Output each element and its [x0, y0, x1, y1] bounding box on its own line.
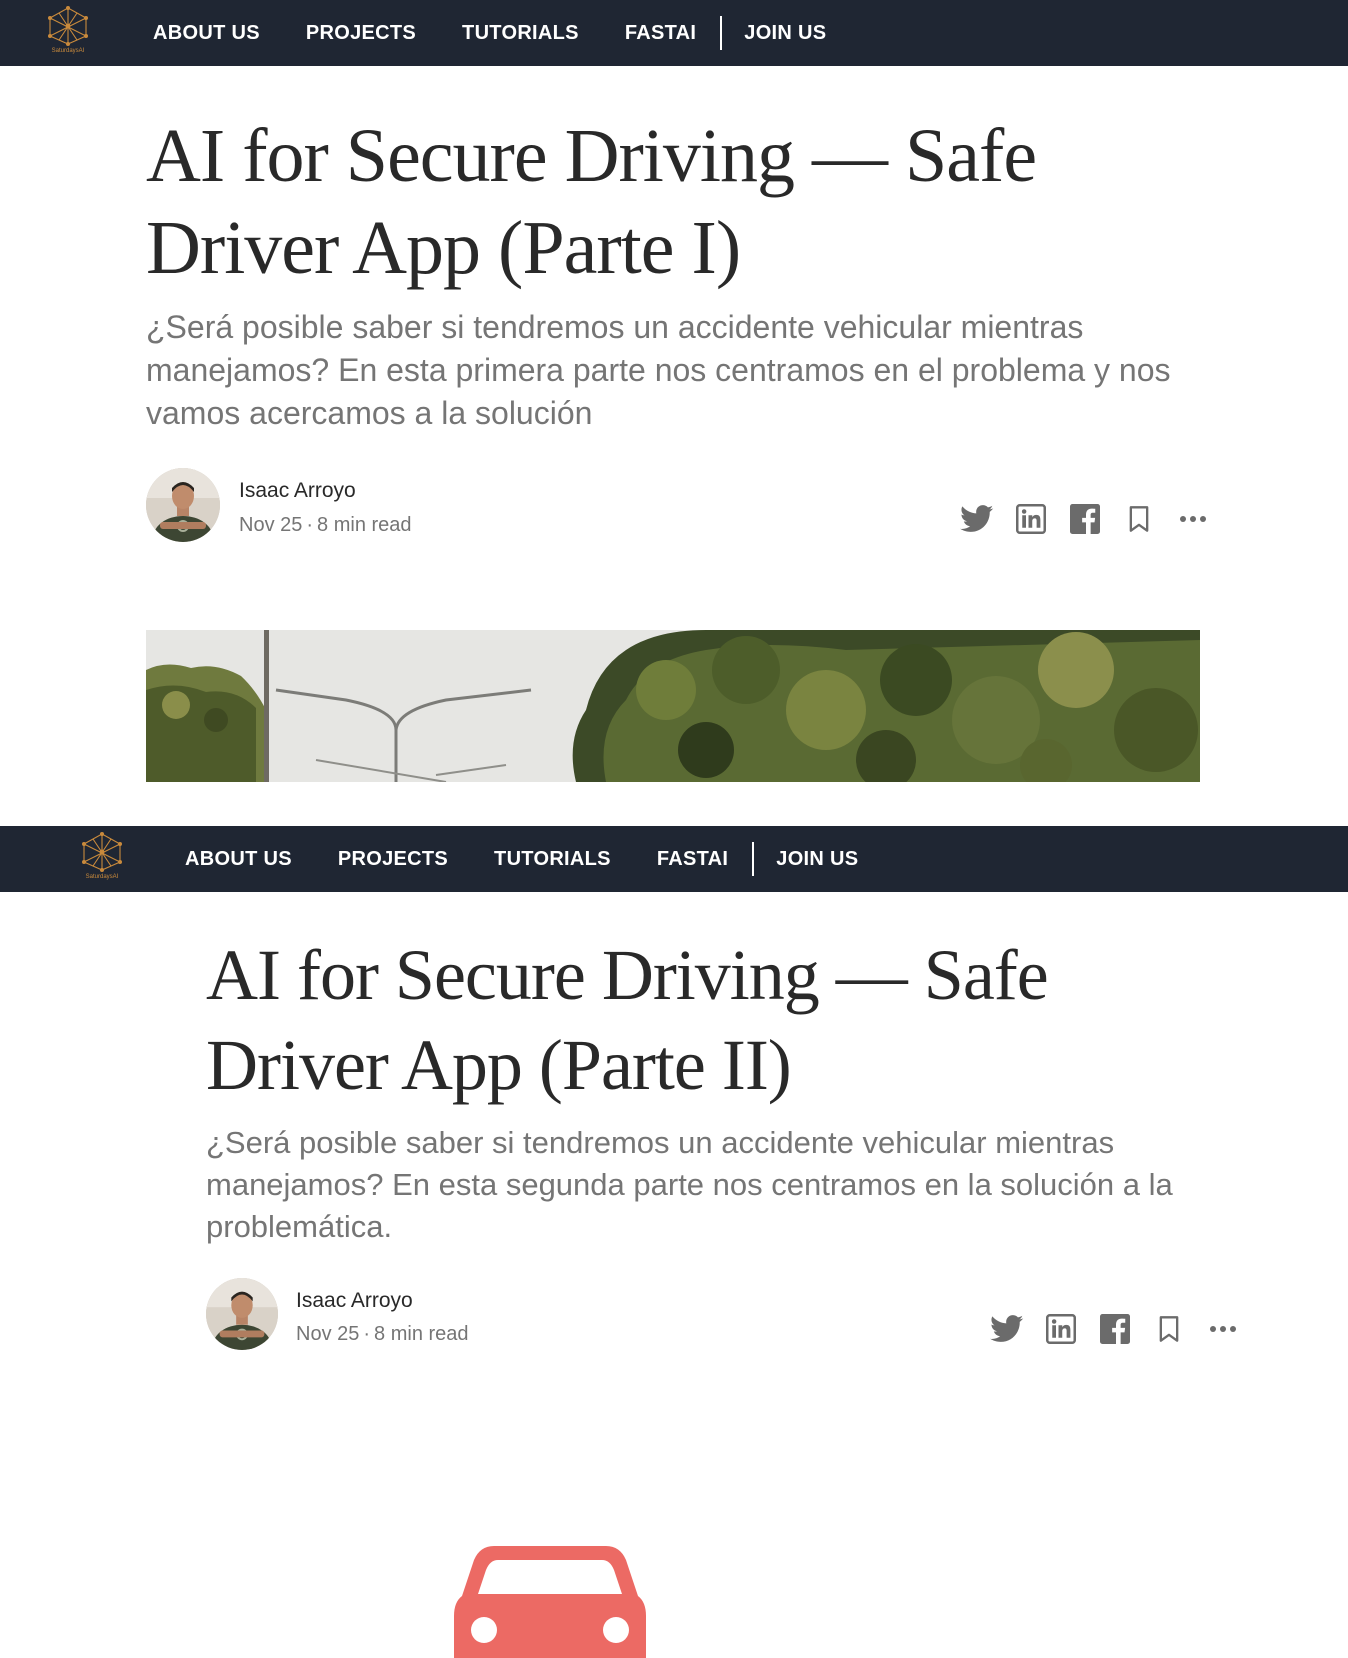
- nav-divider: [752, 842, 755, 876]
- nav-projects[interactable]: PROJECTS: [306, 22, 416, 45]
- nav-projects[interactable]: PROJECTS: [338, 848, 448, 871]
- logo-wordmark: SaturdaysAI: [85, 874, 119, 880]
- top-navbar: SaturdaysAI ABOUT US PROJECTS TUTORIALS …: [0, 0, 1348, 66]
- facebook-icon[interactable]: [1068, 502, 1102, 536]
- share-bar: [990, 1312, 1240, 1346]
- linkedin-icon[interactable]: [1044, 1312, 1078, 1346]
- more-icon[interactable]: [1176, 502, 1210, 536]
- bookmark-icon[interactable]: [1152, 1312, 1186, 1346]
- saturdays-ai-logo[interactable]: SaturdaysAI: [42, 4, 94, 54]
- saturdays-ai-logo[interactable]: SaturdaysAI: [76, 830, 128, 880]
- post-date: Nov 25: [296, 1323, 360, 1345]
- linkedin-icon[interactable]: [1014, 502, 1048, 536]
- facebook-icon[interactable]: [1098, 1312, 1132, 1346]
- article-subtitle: ¿Será posible saber si tendremos un acci…: [206, 1125, 1173, 1244]
- author-photo: [146, 468, 220, 542]
- nav-links: ABOUT US PROJECTS TUTORIALS FASTAI JOIN …: [153, 0, 826, 66]
- twitter-icon[interactable]: [990, 1312, 1024, 1346]
- post-meta: Nov 25 · 8 min read: [239, 514, 412, 537]
- article-title: AI for Secure Driving — Safe Driver App …: [146, 114, 1037, 290]
- read-time: 8 min read: [374, 1323, 469, 1345]
- network-logo-icon: [48, 6, 88, 46]
- nav-join-us[interactable]: JOIN US: [776, 848, 858, 871]
- nav-links: ABOUT US PROJECTS TUTORIALS FASTAI JOIN …: [185, 826, 858, 892]
- author-avatar[interactable]: [146, 468, 220, 542]
- nav-fastai[interactable]: FASTAI: [625, 22, 696, 45]
- logo-wordmark: SaturdaysAI: [51, 48, 85, 54]
- author-photo: [206, 1278, 278, 1350]
- nav-tutorials[interactable]: TUTORIALS: [494, 848, 611, 871]
- network-logo-icon: [82, 832, 122, 872]
- nav-about-us[interactable]: ABOUT US: [185, 848, 292, 871]
- car-icon: [454, 1546, 646, 1658]
- meta-separator: ·: [306, 514, 314, 536]
- bookmark-icon[interactable]: [1122, 502, 1156, 536]
- read-time: 8 min read: [317, 514, 412, 536]
- share-bar: [960, 502, 1210, 536]
- top-navbar-second: SaturdaysAI ABOUT US PROJECTS TUTORIALS …: [0, 826, 1348, 892]
- article-subtitle: ¿Será posible saber si tendremos un acci…: [146, 309, 1171, 431]
- nav-fastai[interactable]: FASTAI: [657, 848, 728, 871]
- post-meta: Nov 25 · 8 min read: [296, 1323, 469, 1346]
- author-name[interactable]: Isaac Arroyo: [239, 479, 356, 503]
- article-title: AI for Secure Driving — Safe Driver App …: [206, 935, 1049, 1105]
- post-date: Nov 25: [239, 514, 303, 536]
- nav-tutorials[interactable]: TUTORIALS: [462, 22, 579, 45]
- author-name[interactable]: Isaac Arroyo: [296, 1289, 413, 1313]
- nav-about-us[interactable]: ABOUT US: [153, 22, 260, 45]
- nav-divider: [720, 16, 723, 50]
- more-icon[interactable]: [1206, 1312, 1240, 1346]
- author-avatar[interactable]: [206, 1278, 278, 1350]
- nav-join-us[interactable]: JOIN US: [744, 22, 826, 45]
- hero-image-road-trees: [146, 630, 1200, 782]
- meta-separator: ·: [363, 1323, 371, 1345]
- twitter-icon[interactable]: [960, 502, 994, 536]
